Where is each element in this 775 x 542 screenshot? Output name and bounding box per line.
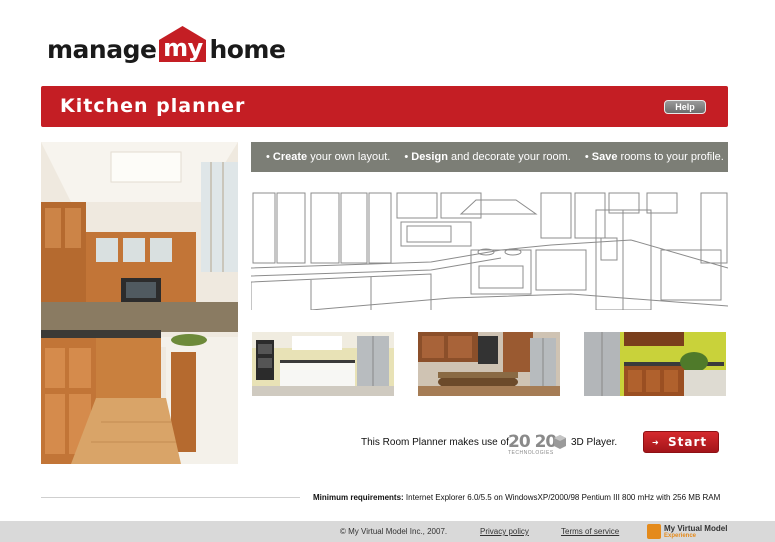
start-button[interactable]: ➜ Start [643,431,719,453]
minimum-requirements: Minimum requirements: Internet Explorer … [313,493,720,502]
mvm-logo-subtext: Experience [664,533,697,539]
header-bar: Kitchen planner Help [41,86,728,127]
player-suffix: 3D Player. [571,437,618,448]
page-title: Kitchen planner [60,95,246,117]
feature-create-bold: Create [272,151,308,163]
requirements-text: Internet Explorer 6.0/5.5 on WindowsXP/2… [403,493,721,502]
feature-strip: • Create your own layout. • Design and d… [251,142,728,172]
feature-save-text: rooms to your profile. [617,151,724,163]
logo-my-text: my [163,34,203,62]
mvm-logo-icon [647,524,661,539]
2020-logo-subtext: TECHNOLOGIES [508,450,554,456]
logo-house-icon: my [159,26,207,62]
logo-home-text: home [209,35,286,64]
arrow-right-icon: ➜ [652,438,659,447]
kitchen-line-drawing [251,190,728,310]
copyright-text: © My Virtual Model Inc., 2007. [340,527,448,536]
feature-design-bold: Design [411,151,448,163]
feature-create-text: your own layout. [307,151,391,163]
privacy-policy-link[interactable]: Privacy policy [480,527,529,536]
cube-icon [554,435,566,449]
feature-create: • Create your own layout. [266,151,391,163]
terms-of-service-link[interactable]: Terms of service [561,527,619,536]
2020-technologies-logo: 20 20 TECHNOLOGIES [508,434,568,456]
divider [41,497,300,498]
my-virtual-model-logo[interactable]: My Virtual Model Experience [647,523,727,541]
requirements-label: Minimum requirements: [313,493,404,502]
help-button[interactable]: Help [664,100,706,114]
feature-save-bold: Save [591,151,618,163]
footer: © My Virtual Model Inc., 2007. Privacy p… [0,521,775,542]
feature-save: • Save rooms to your profile. [584,151,724,163]
kitchen-thumbnail-2 [418,332,560,396]
start-button-label: Start [668,435,708,449]
kitchen-thumbnail-1 [252,332,394,396]
site-logo[interactable]: manage my home [47,26,286,64]
kitchen-photo [41,142,238,464]
kitchen-thumbnail-3 [584,332,726,396]
feature-design-text: and decorate your room. [447,151,571,163]
feature-design: • Design and decorate your room. [404,151,571,163]
player-text: This Room Planner makes use of [361,437,509,448]
2020-logo-text: 20 20 [508,432,557,452]
mvm-logo-text: My Virtual Model [664,524,728,533]
logo-manage-text: manage [47,35,157,64]
